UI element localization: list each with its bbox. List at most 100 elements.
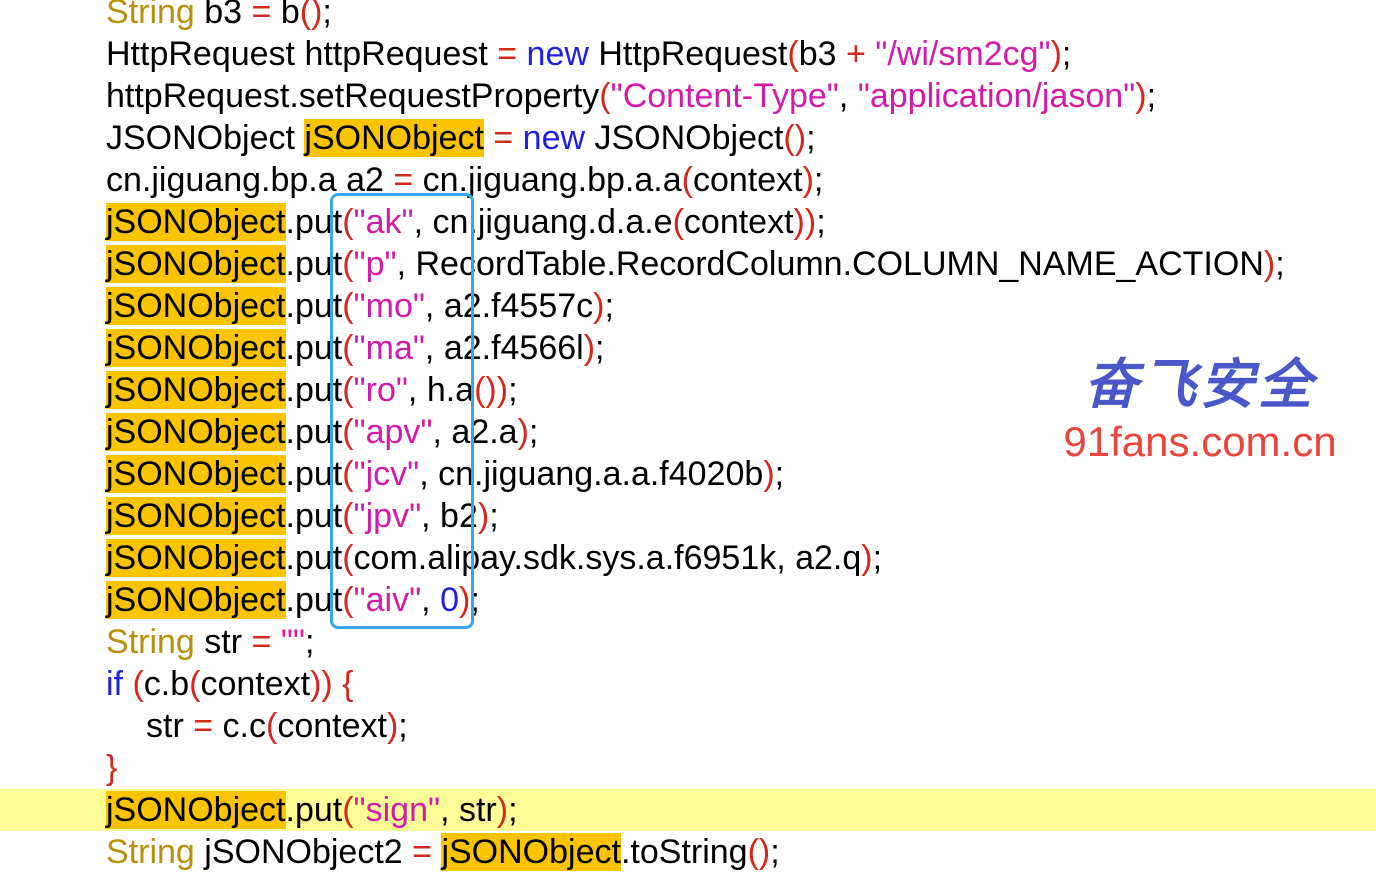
code-token: = (251, 0, 272, 31)
code-token: , str (440, 791, 497, 829)
code-token: ; (1146, 77, 1157, 115)
code-token: String (106, 0, 195, 31)
code-line[interactable]: String str = ""; (0, 621, 1376, 663)
code-line[interactable]: jSONObject.put("p", RecordTable.RecordCo… (0, 243, 1376, 285)
code-token: "Content-Type" (610, 77, 839, 115)
watermark-logo: 奋飞安全 (1084, 352, 1316, 416)
code-token: ( (681, 161, 693, 199)
code-token: jSONObject2 (194, 833, 413, 871)
code-line[interactable]: String jSONObject2 = jSONObject.toString… (0, 831, 1376, 873)
code-token: str (194, 623, 252, 661)
code-token: ; (595, 329, 605, 367)
code-text: String b3 = b(); (106, 0, 332, 33)
code-token: new (526, 35, 589, 73)
code-token: b (271, 0, 300, 31)
highlighted-token: jSONObject (106, 539, 286, 577)
code-token: context (692, 161, 803, 199)
code-line[interactable]: jSONObject.put("mo", a2.f4557c); (0, 285, 1376, 327)
code-token: ) (517, 413, 529, 451)
code-token: , RecordTable.RecordColumn.COLUMN_NAME_A… (396, 245, 1264, 283)
code-text: jSONObject.put("p", RecordTable.RecordCo… (106, 243, 1285, 285)
highlighted-token: jSONObject (106, 245, 286, 283)
code-text: str = c.c(context); (146, 705, 408, 747)
code-token: ) (477, 497, 490, 535)
code-token: ; (770, 833, 780, 871)
code-token: ; (816, 203, 826, 241)
code-text: JSONObject jSONObject = new JSONObject()… (106, 117, 816, 159)
highlighted-token: jSONObject (106, 329, 286, 367)
code-token: ) (496, 791, 509, 829)
code-token: b3 (798, 35, 846, 73)
code-line[interactable]: String b3 = b(); (0, 0, 1376, 33)
code-token: )) { (310, 665, 354, 703)
code-token: JSONObject (106, 119, 305, 157)
code-text: if (c.b(context)) { (106, 663, 354, 705)
highlighted-token: jSONObject (441, 833, 621, 871)
code-token: = (497, 35, 518, 73)
code-token: ; (774, 455, 785, 493)
code-token: } (106, 749, 118, 787)
highlighted-token: jSONObject (106, 455, 286, 493)
code-line[interactable]: httpRequest.setRequestProperty("Content-… (0, 75, 1376, 117)
code-token: ; (1275, 245, 1285, 283)
code-token: ) (386, 707, 399, 745)
code-token: JSONObject (585, 119, 784, 157)
code-line[interactable]: JSONObject jSONObject = new JSONObject()… (0, 117, 1376, 159)
code-token: context (683, 203, 794, 241)
code-text: jSONObject.put("sign", str); (106, 789, 518, 831)
code-token: + (845, 35, 866, 73)
code-text: String jSONObject2 = jSONObject.toString… (106, 831, 780, 873)
highlighted-token: jSONObject (106, 287, 286, 325)
code-token: ; (322, 0, 332, 31)
code-token: ) (802, 161, 814, 199)
code-token: ; (813, 161, 824, 199)
code-token: ) (763, 455, 775, 493)
code-line[interactable]: jSONObject.put("aiv", 0); (0, 579, 1376, 621)
code-text: } (106, 747, 117, 789)
highlighted-token: jSONObject (106, 203, 286, 241)
code-line-active[interactable]: jSONObject.put("sign", str); (0, 789, 1376, 831)
code-token: ; (528, 413, 539, 451)
code-token: ; (508, 791, 518, 829)
code-token: context (277, 707, 387, 745)
code-token: ( (342, 791, 354, 829)
code-token: ) (593, 287, 605, 325)
code-token: new (522, 119, 586, 157)
code-token: String (106, 833, 195, 871)
code-token: ( (787, 35, 799, 73)
code-token: ; (398, 707, 408, 745)
code-token: HttpRequest httpRequest (106, 35, 498, 73)
code-token: "application/jason" (857, 77, 1136, 115)
code-editor[interactable]: String b3 = b(); HttpRequest httpRequest … (0, 0, 1376, 872)
code-token: context (200, 665, 311, 703)
highlighted-token: jSONObject (106, 791, 286, 829)
code-token: ) (1050, 35, 1062, 73)
code-token: c.c (213, 707, 266, 745)
code-token: ; (806, 119, 816, 157)
code-line[interactable]: HttpRequest httpRequest = new HttpReques… (0, 33, 1376, 75)
code-line[interactable]: jSONObject.put("ak", cn.jiguang.d.a.e(co… (0, 201, 1376, 243)
code-line[interactable]: } (0, 747, 1376, 789)
code-token: ( (599, 77, 611, 115)
code-token: ( (189, 665, 201, 703)
highlighted-token: jSONObject (106, 413, 286, 451)
code-line[interactable]: jSONObject.put(com.alipay.sdk.sys.a.f695… (0, 537, 1376, 579)
code-token: ( (672, 203, 684, 241)
code-token: ( (265, 707, 278, 745)
watermark: 奋飞安全 91fans.com.cn (1040, 352, 1360, 468)
selection-box (330, 193, 474, 629)
code-token: = (493, 119, 514, 157)
code-line[interactable]: jSONObject.put("jpv", b2); (0, 495, 1376, 537)
code-token: ) (1263, 245, 1276, 283)
code-line[interactable]: cn.jiguang.bp.a a2 = cn.jiguang.bp.a.a(c… (0, 159, 1376, 201)
code-line[interactable]: str = c.c(context); (0, 705, 1376, 747)
code-token: str (146, 707, 194, 745)
code-token: ()) (474, 371, 509, 409)
code-line[interactable]: if (c.b(context)) { (0, 663, 1376, 705)
code-token: "sign" (353, 791, 441, 829)
code-token: ) (861, 539, 873, 577)
